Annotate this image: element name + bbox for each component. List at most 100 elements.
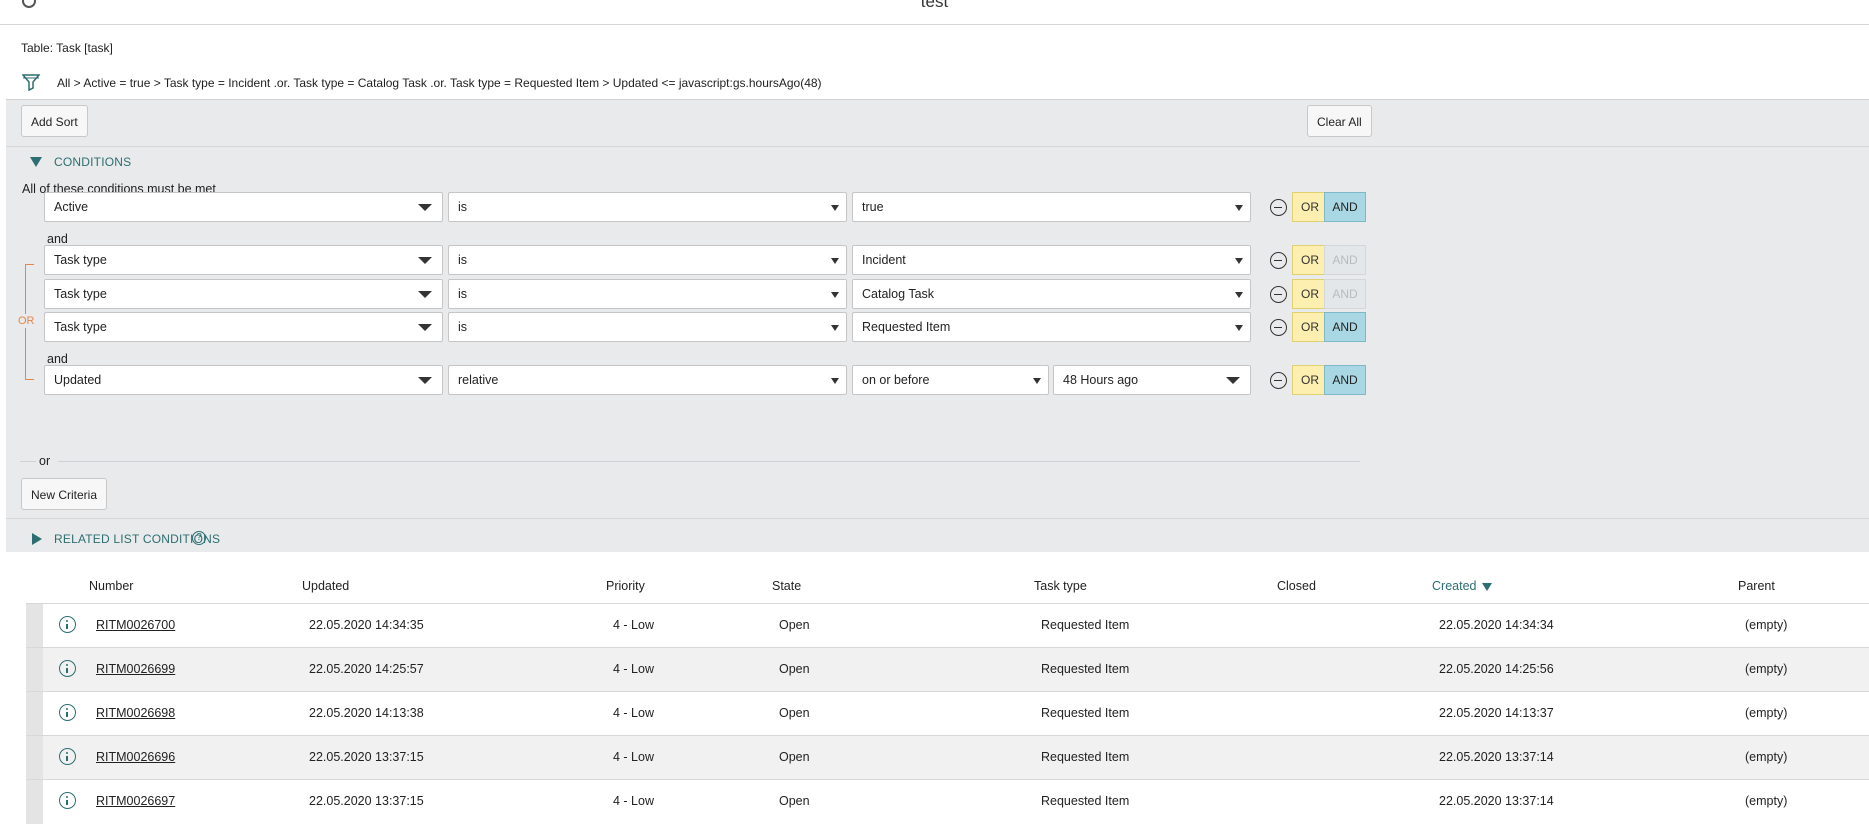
cell-parent: (empty) [1745,662,1788,676]
or-button[interactable]: OR [1292,192,1328,222]
remove-condition-icon[interactable] [1270,286,1287,303]
and-label: and [47,232,68,246]
condition-field-select[interactable]: Task type [44,279,443,309]
cell-created: 22.05.2020 14:13:37 [1439,706,1554,720]
clear-all-button[interactable]: Clear All [1307,105,1372,137]
cell-state: Open [779,750,810,764]
cell-parent: (empty) [1745,706,1788,720]
record-number-link[interactable]: RITM0026699 [96,662,175,676]
record-number-link[interactable]: RITM0026696 [96,750,175,764]
chevron-down-icon [1235,292,1243,298]
chevron-down-icon [831,378,839,384]
and-label: and [47,352,68,366]
condition-relative-value-select[interactable]: 48 Hours ago [1053,365,1251,395]
cell-updated: 22.05.2020 14:13:38 [309,706,424,720]
row-selector[interactable] [26,692,43,736]
info-icon[interactable] [59,748,76,765]
remove-condition-icon[interactable] [1270,252,1287,269]
cell-state: Open [779,794,810,808]
column-header-created[interactable]: Created [1432,579,1493,593]
cell-created: 22.05.2020 14:34:34 [1439,618,1554,632]
info-icon[interactable] [59,792,76,809]
filter-funnel-icon[interactable] [22,73,40,93]
chevron-down-icon [1235,205,1243,211]
table-row[interactable]: RITM0026699 22.05.2020 14:25:57 4 - Low … [26,647,1869,692]
column-header-number[interactable]: Number [89,579,133,593]
remove-condition-icon[interactable] [1270,372,1287,389]
or-button[interactable]: OR [1292,312,1328,342]
column-header-parent[interactable]: Parent [1738,579,1775,593]
row-selector[interactable] [26,780,43,824]
info-icon[interactable] [59,704,76,721]
condition-value-select[interactable]: Incident [852,245,1251,275]
remove-condition-icon[interactable] [1270,319,1287,336]
table-row[interactable]: RITM0026697 22.05.2020 13:37:15 4 - Low … [26,779,1869,824]
condition-field-select[interactable]: Task type [44,245,443,275]
column-header-updated[interactable]: Updated [302,579,349,593]
column-header-task-type[interactable]: Task type [1034,579,1087,593]
and-button[interactable]: AND [1324,365,1366,395]
or-button[interactable]: OR [1292,245,1328,275]
collapse-conditions-icon[interactable] [30,157,42,167]
window-titlebar: test [0,0,1869,25]
expand-related-list-icon[interactable] [32,533,42,545]
record-number-link[interactable]: RITM0026698 [96,706,175,720]
condition-value-select[interactable]: Catalog Task [852,279,1251,309]
cell-task-type: Requested Item [1041,794,1130,808]
or-separator-line [58,461,1360,462]
remove-condition-icon[interactable] [1270,199,1287,216]
and-button[interactable]: AND [1324,192,1366,222]
condition-operator-select[interactable]: relative [448,365,847,395]
column-header-state[interactable]: State [772,579,801,593]
info-icon[interactable] [59,660,76,677]
conditions-header[interactable]: CONDITIONS [54,155,131,169]
cell-state: Open [779,618,810,632]
info-icon[interactable] [59,616,76,633]
cell-state: Open [779,662,810,676]
or-button[interactable]: OR [1292,279,1328,309]
condition-value-select[interactable]: Requested Item [852,312,1251,342]
record-number-link[interactable]: RITM0026697 [96,794,175,808]
row-selector[interactable] [26,736,43,780]
table-row[interactable]: RITM0026700 22.05.2020 14:34:35 4 - Low … [26,603,1869,648]
divider [6,146,1869,147]
condition-field-select[interactable]: Task type [44,312,443,342]
and-button: AND [1324,279,1366,309]
condition-value-select[interactable]: on or before [852,365,1049,395]
new-criteria-button[interactable]: New Criteria [21,478,108,510]
cell-updated: 22.05.2020 13:37:15 [309,794,424,808]
cell-updated: 22.05.2020 14:34:35 [309,618,424,632]
row-selector[interactable] [26,604,43,648]
condition-operator-select[interactable]: is [448,245,847,275]
sort-descending-icon [1482,582,1493,591]
table-row[interactable]: RITM0026698 22.05.2020 14:13:38 4 - Low … [26,691,1869,736]
condition-field-select[interactable]: Active [44,192,443,222]
condition-operator-select[interactable]: is [448,312,847,342]
or-group-tag: OR [18,314,35,328]
cell-created: 22.05.2020 14:25:56 [1439,662,1554,676]
column-header-priority[interactable]: Priority [606,579,645,593]
add-sort-button[interactable]: Add Sort [21,105,88,137]
cell-parent: (empty) [1745,618,1788,632]
record-number-link[interactable]: RITM0026700 [96,618,175,632]
condition-field-select[interactable]: Updated [44,365,443,395]
condition-operator-select[interactable]: is [448,192,847,222]
divider [6,518,1869,519]
chevron-down-icon [418,291,432,298]
condition-value-select[interactable]: true [852,192,1251,222]
chevron-down-icon [831,292,839,298]
column-header-closed[interactable]: Closed [1277,579,1316,593]
row-selector[interactable] [26,648,43,692]
chevron-down-icon [1235,258,1243,264]
cell-updated: 22.05.2020 14:25:57 [309,662,424,676]
table-row[interactable]: RITM0026696 22.05.2020 13:37:15 4 - Low … [26,735,1869,780]
cell-parent: (empty) [1745,750,1788,764]
or-button[interactable]: OR [1292,365,1328,395]
condition-operator-select[interactable]: is [448,279,847,309]
cell-created: 22.05.2020 13:37:14 [1439,794,1554,808]
help-icon[interactable]: ? [192,531,206,545]
and-button[interactable]: AND [1324,312,1366,342]
cell-priority: 4 - Low [613,794,654,808]
filter-breadcrumb[interactable]: All > Active = true > Task type = Incide… [57,76,822,90]
cell-task-type: Requested Item [1041,618,1130,632]
